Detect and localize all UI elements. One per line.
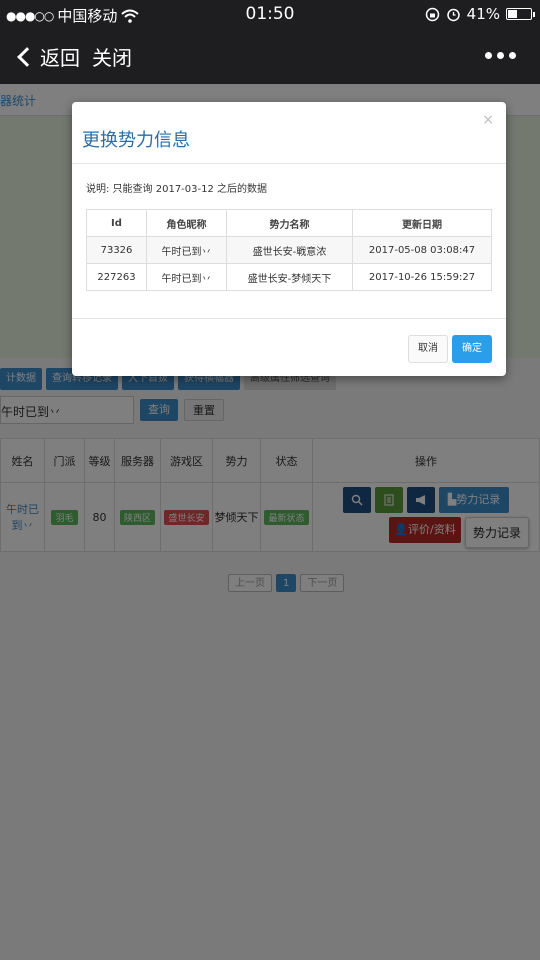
cell-id: 73326 (86, 236, 147, 264)
modal-header: 更换势力信息 × (72, 102, 506, 164)
more-icon[interactable] (485, 52, 516, 59)
wechat-nav-bar: 返回 关闭 (0, 28, 540, 84)
cell-id: 227263 (86, 263, 147, 291)
battery-percent: 41% (466, 5, 500, 23)
col-id: Id (86, 209, 147, 237)
cell-date: 2017-05-08 03:08:47 (352, 236, 492, 264)
back-label: 返回 (40, 46, 80, 70)
table-row: 227263 午时已到丷 盛世长安-梦倾天下 2017-10-26 15:59:… (86, 263, 492, 291)
modal-footer: 取消 确定 (72, 318, 506, 376)
lock-rotation-icon (425, 7, 439, 21)
table-row: 73326 午时已到丷 盛世长安-戦意浓 2017-05-08 03:08:47 (86, 236, 492, 264)
cell-power-name: 盛世长安-梦倾天下 (226, 263, 353, 291)
power-history-table: Id 角色昵称 势力名称 更新日期 73326 午时已到丷 盛世长安-戦意浓 2… (86, 209, 492, 291)
status-bar: ●●●○○ 中国移动 01:50 41% (0, 0, 540, 28)
confirm-button[interactable]: 确定 (452, 335, 492, 363)
alarm-icon (446, 8, 460, 21)
cell-power-name: 盛世长安-戦意浓 (226, 236, 353, 264)
col-update-date: 更新日期 (352, 209, 492, 237)
close-icon[interactable]: × (482, 112, 494, 128)
cell-nickname: 午时已到丷 (146, 263, 227, 291)
modal-body: 说明: 只能查询 2017-03-12 之后的数据 Id 角色昵称 势力名称 更… (72, 164, 506, 291)
col-power-name: 势力名称 (226, 209, 353, 237)
power-change-modal: 更换势力信息 × 说明: 只能查询 2017-03-12 之后的数据 Id 角色… (72, 102, 506, 376)
modal-title: 更换势力信息 (82, 130, 190, 151)
cell-date: 2017-10-26 15:59:27 (352, 263, 492, 291)
col-nickname: 角色昵称 (146, 209, 227, 237)
cancel-button[interactable]: 取消 (408, 335, 448, 363)
modal-note: 说明: 只能查询 2017-03-12 之后的数据 (86, 184, 268, 195)
back-button[interactable]: 返回 (14, 42, 80, 71)
close-button[interactable]: 关闭 (92, 42, 132, 71)
table-header-row: Id 角色昵称 势力名称 更新日期 (86, 209, 492, 237)
chevron-left-icon (17, 46, 37, 67)
cell-nickname: 午时已到丷 (146, 236, 227, 264)
battery-icon (506, 8, 535, 20)
